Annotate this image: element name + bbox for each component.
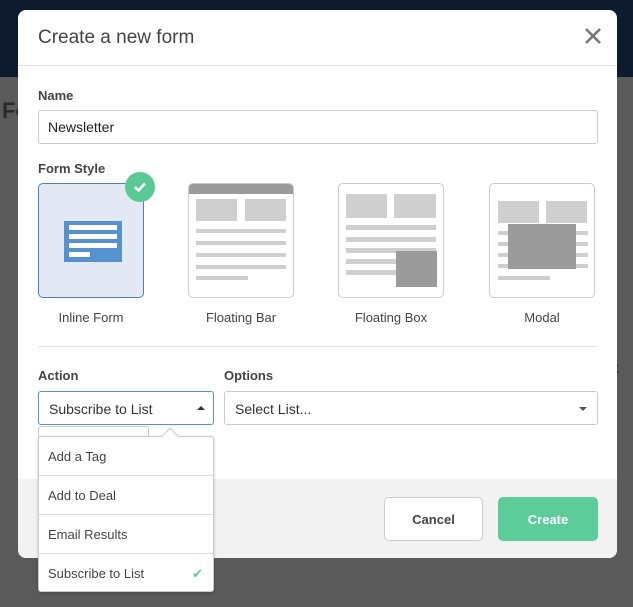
style-card-floating-box[interactable] [338,183,444,298]
modal-header: Create a new form [18,10,617,66]
cancel-button[interactable]: Cancel [384,497,483,541]
form-style-label: Form Style [38,161,106,176]
divider [38,346,598,347]
style-label-floating-box: Floating Box [354,310,428,325]
item-label: Add a Tag [48,449,107,464]
caret-up-icon [197,406,205,410]
dropdown-item-subscribe-to-list[interactable]: Subscribe to List ✔ [39,554,213,593]
style-label-floating-bar: Floating Bar [205,310,277,325]
action-select-value: Subscribe to List [49,401,153,417]
item-label: Subscribe to List [48,566,145,581]
name-label: Name [38,88,74,103]
caret-down-icon [579,407,587,411]
style-card-floating-bar[interactable] [188,183,294,298]
selected-check-icon [125,172,155,202]
dropdown-item-add-to-deal[interactable]: Add to Deal [39,476,213,515]
style-card-modal[interactable] [489,183,595,298]
checkmark-icon: ✔ [192,566,203,581]
item-label: Email Results [48,527,128,542]
style-label-modal: Modal [524,310,560,325]
modal-title: Create a new form [38,27,195,48]
options-select-placeholder: Select List... [235,401,312,417]
name-input[interactable] [38,110,598,144]
dropdown-item-email-results[interactable]: Email Results [39,515,213,554]
close-icon[interactable] [583,26,603,46]
action-label: Action [38,368,79,383]
item-label: Add to Deal [48,488,116,503]
dropdown-item-add-tag[interactable]: Add a Tag [39,437,213,476]
action-select[interactable]: Subscribe to List [38,391,214,425]
options-select[interactable]: Select List... [224,391,598,425]
inline-form-icon [64,221,122,262]
action-dropdown-menu: Add a Tag Add to Deal Email Results Subs… [38,436,214,592]
style-label-inline-form: Inline Form [58,310,124,325]
create-button[interactable]: Create [498,497,598,541]
options-label: Options [224,368,274,383]
style-card-inline-form[interactable] [38,183,144,298]
